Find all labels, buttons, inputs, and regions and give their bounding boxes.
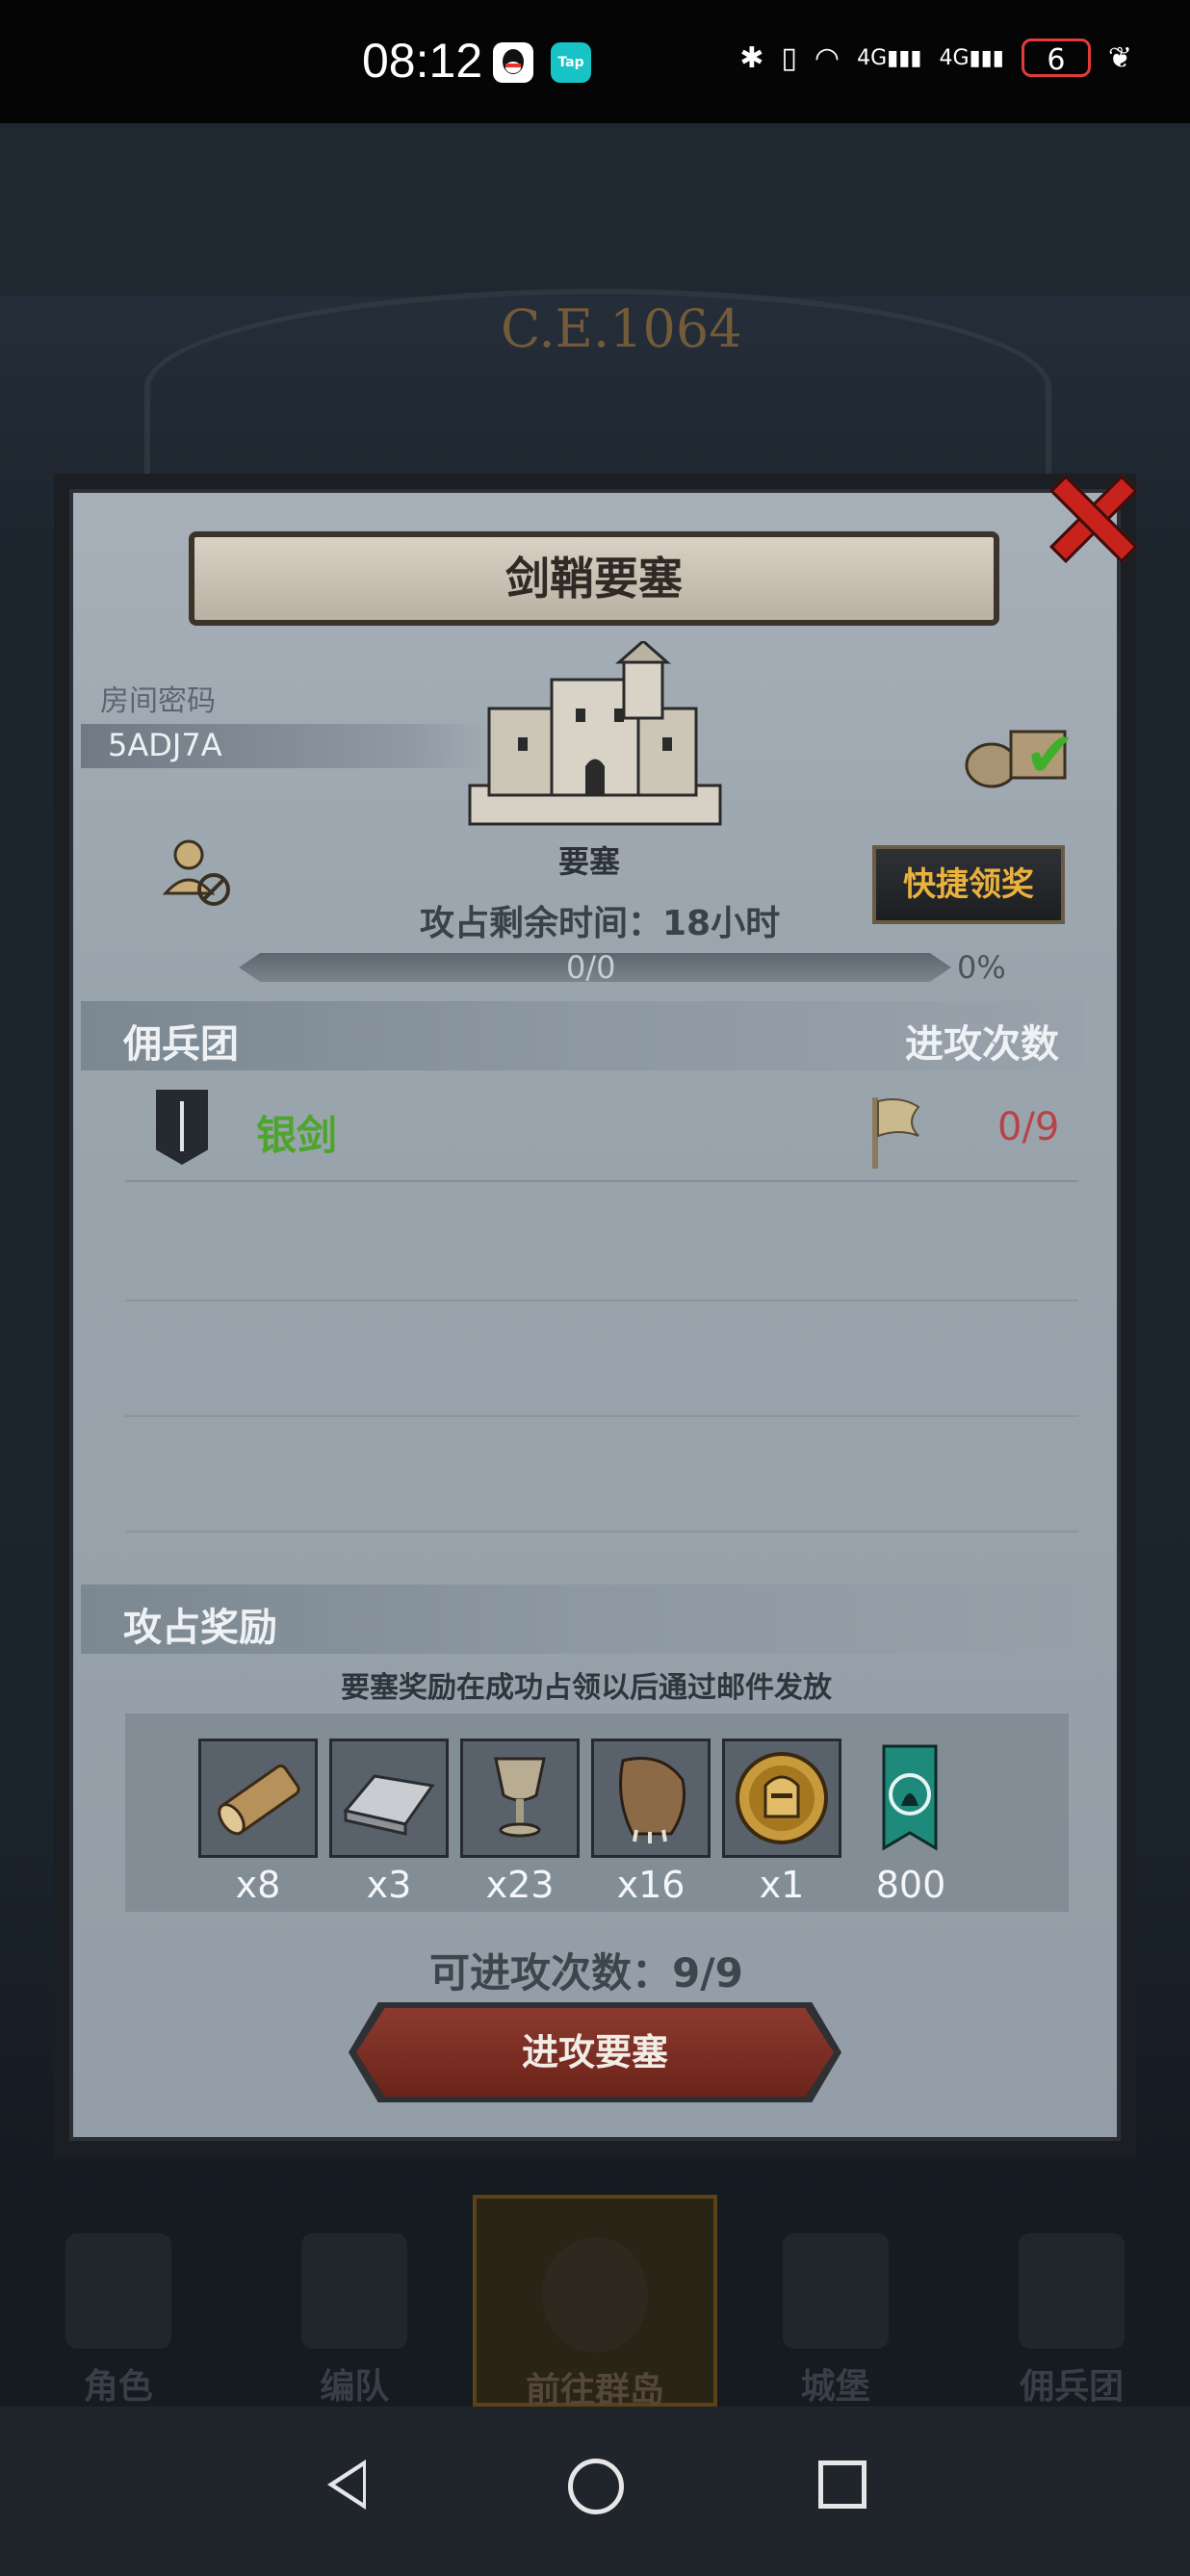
reward-qty: x8 [235,1864,281,1906]
formation-icon [301,2233,408,2349]
check-icon: ✔ [1024,720,1076,791]
nav-label: 角色 [83,2367,153,2407]
reward-qty: x3 [366,1864,412,1906]
islands-icon [541,2237,648,2353]
qq-app-icon [493,42,533,83]
bluetooth-icon: ✱ [739,40,764,75]
home-icon[interactable] [568,2459,624,2514]
remaining-time: 攻占剩余时间：18小时 [420,904,781,943]
nav-castle[interactable]: 城堡 [717,2195,954,2407]
status-indicators: ✱ ▯ ◠ 4G▮▮▮ 4G▮▮▮ 6 ❦ [739,39,1132,77]
fortress-castle-icon [468,641,722,826]
nav-character[interactable]: 角色 [0,2195,237,2407]
progress-percent: 0% [957,949,1006,986]
flag-icon [872,1097,920,1169]
year-label: C.E.1064 [501,298,742,359]
mercenary-name: 银剑 [256,1112,338,1159]
nav-label: 城堡 [800,2367,870,2407]
status-time: 08:12 [362,34,483,88]
row-divider [125,1531,1078,1533]
sword-icon [180,1101,184,1151]
mercenary-icon [1019,2233,1125,2349]
wood-log-icon[interactable] [198,1739,318,1858]
signal-icon-1: 4G▮▮▮ [857,45,922,70]
reward-section-title: 攻占奖励 [123,1606,277,1650]
game-bottom-nav: 角色 编队 前往群岛 城堡 佣兵团 [0,2195,1190,2410]
quick-claim-button[interactable]: 快捷领奖 [872,845,1065,924]
available-attacks: 可进攻次数：9/9 [429,1949,743,1996]
system-nav-bar [0,2407,1190,2576]
wifi-icon: ◠ [814,40,841,75]
reward-qty: x23 [485,1864,555,1906]
room-password-label: 房间密码 [100,684,216,718]
attack-fortress-button[interactable]: 进攻要塞 [356,2008,834,2097]
back-icon-inner [335,2466,363,2503]
progress-text: 0/0 [566,949,616,986]
signal-icon-2: 4G▮▮▮ [939,45,1004,70]
room-code[interactable]: 5ADJ7A [108,727,222,763]
nav-label: 编队 [320,2367,390,2407]
close-button[interactable] [1042,468,1138,564]
nav-label: 前往群岛 [525,2371,664,2410]
dialog-title: 剑鞘要塞 [189,531,999,626]
goblet-icon[interactable] [460,1739,580,1858]
castle-icon [782,2233,889,2349]
recent-apps-icon[interactable] [818,2460,867,2509]
nav-formation[interactable]: 编队 [237,2195,474,2407]
leaf-icon: ❦ [1107,40,1132,75]
vibrate-icon: ▯ [781,40,797,75]
reward-qty: x1 [759,1864,805,1906]
nav-mercenary[interactable]: 佣兵团 [953,2195,1190,2407]
battery-icon: 6 [1021,39,1091,77]
reward-qty: x16 [616,1864,686,1906]
knight-medal-icon[interactable] [722,1739,841,1858]
fur-pelt-icon[interactable] [591,1739,711,1858]
status-bar: 08:12 Tap ✱ ▯ ◠ 4G▮▮▮ 4G▮▮▮ 6 ❦ [0,0,1190,123]
mercenary-section-title: 佣兵团 [123,1022,239,1067]
fortress-label: 要塞 [558,843,621,880]
character-icon [65,2233,171,2349]
reward-qty: 800 [875,1864,946,1906]
nav-islands[interactable]: 前往群岛 [473,2195,717,2410]
guild-banner-icon[interactable] [853,1739,967,1858]
mercenary-attack-count: 0/9 [997,1105,1060,1149]
mercenary-row[interactable]: 银剑 0/9 [125,1084,1078,1182]
iron-ingot-icon[interactable] [329,1739,449,1858]
row-divider [125,1415,1078,1417]
taptap-app-icon: Tap [551,42,591,83]
game-top-bar [0,123,1190,296]
row-divider [125,1300,1078,1301]
nav-label: 佣兵团 [1020,2367,1125,2407]
hide-member-icon[interactable] [160,834,237,911]
attack-count-header: 进攻次数 [905,1022,1059,1067]
reward-note: 要塞奖励在成功占领以后通过邮件发放 [341,1671,832,1705]
